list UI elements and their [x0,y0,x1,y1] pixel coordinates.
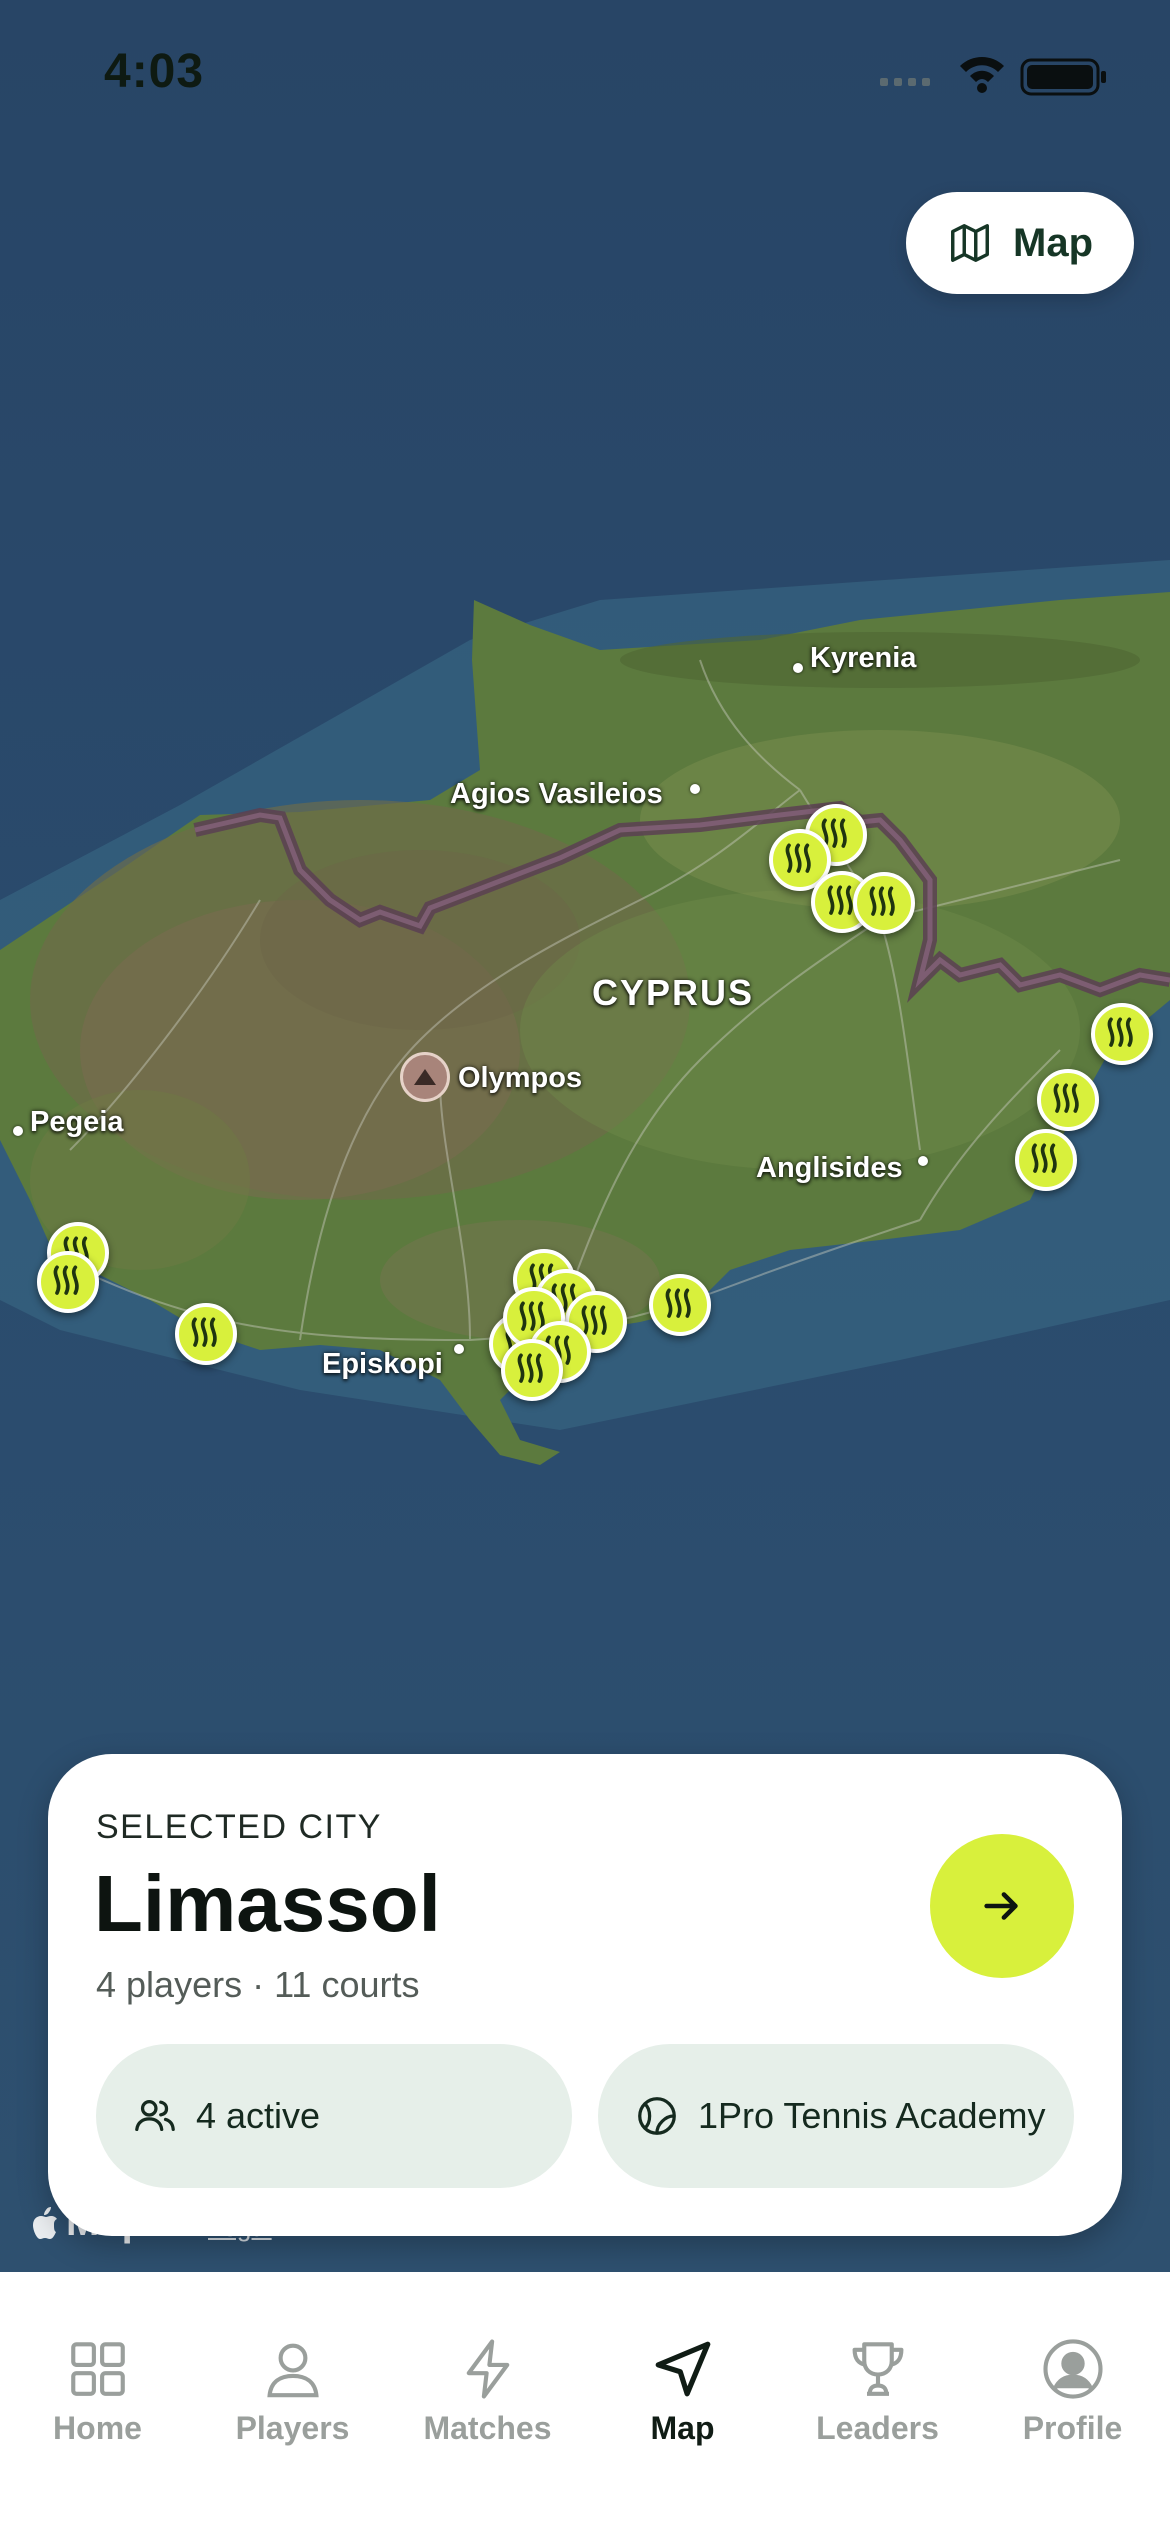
tennis-ball-icon [869,886,895,916]
tennis-ball-icon [517,1353,543,1383]
place-label-agios-vasileios: Agios Vasileios [450,778,663,810]
court-pin[interactable] [1091,1003,1153,1065]
place-dot-kyrenia [793,663,803,673]
tab-leaders-label: Leaders [816,2410,939,2446]
tab-leaders[interactable]: Leaders [788,2336,968,2532]
battery-icon [1020,58,1106,96]
users-icon [135,2099,175,2132]
open-city-button[interactable] [930,1834,1074,1978]
place-label-cyprus: CYPRUS [592,972,755,1013]
tennis-ball-icon [1053,1083,1079,1113]
active-players-label: 4 active [196,2095,321,2136]
tab-home[interactable]: Home [8,2336,188,2532]
court-pin[interactable] [501,1339,563,1401]
apple-logo-icon [33,2206,57,2239]
place-dot-pegeia [13,1126,23,1136]
status-time: 4:03 [104,45,205,98]
tab-profile-label: Profile [1022,2410,1123,2446]
grid-icon [70,2342,125,2396]
lightning-icon [466,2339,509,2399]
selected-city-card: SELECTED CITY Limassol 4 players · 11 co… [48,1754,1122,2236]
court-pin[interactable] [1015,1129,1077,1191]
tab-matches[interactable]: Matches [398,2336,578,2532]
tab-map[interactable]: Map [593,2336,773,2532]
tennis-ball-icon [785,843,811,873]
court-pin[interactable] [1037,1069,1099,1131]
tab-profile[interactable]: Profile [983,2336,1163,2532]
court-pin[interactable] [37,1251,99,1313]
mountain-peak-icon [400,1052,450,1102]
active-players-chip[interactable]: 4 active [96,2044,572,2188]
tennis-ball-icon [191,1317,217,1347]
court-pin[interactable] [649,1274,711,1336]
tennis-ball-icon [1031,1143,1057,1173]
place-dot-agios-vasileios [690,784,700,794]
city-summary: 4 players · 11 courts [96,1964,420,2005]
map-icon [951,224,989,262]
wifi-icon [960,57,1004,93]
arrow-right-icon [984,1892,1018,1920]
status-icons [880,57,1106,96]
place-label-anglisides: Anglisides [756,1152,903,1184]
tennis-ball-icon [1107,1017,1133,1047]
tennis-ball-icon [53,1265,79,1295]
tab-map-label: Map [650,2410,715,2446]
tab-home-label: Home [53,2410,142,2446]
trophy-icon [852,2342,903,2396]
academy-label: 1Pro Tennis Academy [698,2095,1046,2136]
city-name: Limassol [94,1859,441,1948]
navigation-arrow-icon [655,2341,710,2397]
tennis-ball-icon [665,1288,691,1318]
place-label-olympos: Olympos [458,1062,583,1094]
place-dot-episkopi [454,1344,464,1354]
person-icon [266,2343,319,2398]
status-bar: 4:03 [0,0,1170,150]
cellular-signal-icon [880,78,930,86]
tab-players-label: Players [235,2410,350,2446]
academy-chip[interactable]: 1Pro Tennis Academy [598,2044,1074,2188]
tab-matches-label: Matches [423,2410,552,2446]
map-style-button[interactable]: Map [906,192,1134,294]
place-label-episkopi: Episkopi [322,1348,443,1380]
tennis-ball-icon [638,2097,676,2135]
tab-players[interactable]: Players [203,2336,383,2532]
place-label-pegeia: Pegeia [30,1106,124,1138]
court-pin[interactable] [853,872,915,934]
court-pin[interactable] [175,1303,237,1365]
place-dot-anglisides [918,1156,928,1166]
card-eyebrow: SELECTED CITY [96,1808,382,1846]
tab-bar: Home Players Matches Map Leaders Profile [0,2272,1170,2532]
map-style-label: Map [1013,220,1093,265]
place-label-kyrenia: Kyrenia [810,642,917,674]
profile-circle-icon [1042,2339,1103,2399]
